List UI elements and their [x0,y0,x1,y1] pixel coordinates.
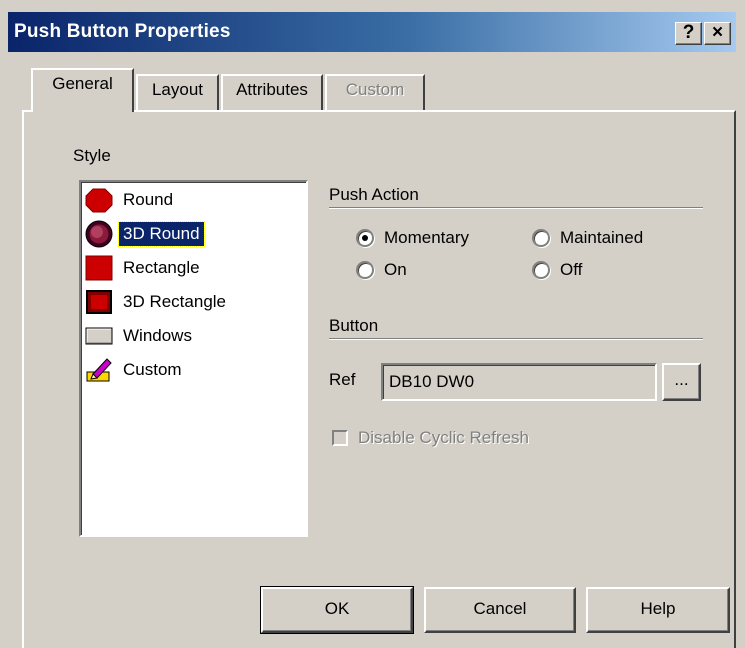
help-icon: ? [682,22,695,43]
general-tab-panel [22,110,736,648]
tab-custom[interactable]: Custom [325,74,425,110]
window-title: Push Button Properties [14,21,231,42]
close-icon: × [711,22,724,43]
close-title-button[interactable]: × [704,22,731,45]
tab-general-label: General [52,74,113,93]
tab-layout[interactable]: Layout [136,74,219,110]
push-button-properties-dialog: Push Button Properties ? × General Layou… [0,0,745,648]
tab-attributes[interactable]: Attributes [221,74,323,110]
tab-layout-label: Layout [151,80,204,99]
title-bar[interactable]: Push Button Properties ? × [8,12,736,52]
tab-attributes-label: Attributes [236,80,308,99]
tab-general[interactable]: General [31,68,134,112]
help-title-button[interactable]: ? [675,22,702,45]
tab-custom-label: Custom [345,80,405,99]
